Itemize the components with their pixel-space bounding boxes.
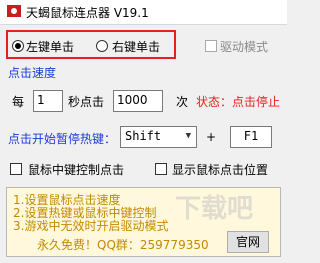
scorpion-app-icon bbox=[7, 5, 21, 17]
right-click-label[interactable]: 右键单击 bbox=[112, 38, 160, 55]
show-position-checkbox[interactable] bbox=[155, 163, 167, 175]
right-click-radio[interactable] bbox=[96, 40, 108, 52]
title-separator bbox=[0, 24, 287, 25]
middle-button-label[interactable]: 鼠标中键控制点击 bbox=[28, 161, 124, 178]
left-click-label[interactable]: 左键单击 bbox=[26, 38, 74, 55]
hotkey-key-input[interactable]: F1 bbox=[230, 126, 272, 148]
hotkey-modifier-value: Shift bbox=[125, 129, 162, 143]
free-qq-text: 永久免费！QQ群：259779350 bbox=[37, 238, 209, 252]
hotkey-label: 点击开始暂停热键： bbox=[8, 132, 117, 146]
click-count-input[interactable]: 1000 bbox=[113, 90, 163, 112]
show-position-label[interactable]: 显示鼠标点击位置 bbox=[172, 161, 268, 178]
window-title: 天蝎鼠标连点器 V19.1 bbox=[26, 6, 149, 20]
drive-mode-label[interactable]: 驱动模式 bbox=[220, 38, 268, 55]
times-label: 次 bbox=[176, 95, 189, 109]
status-text: 状态：点击停止 bbox=[196, 95, 281, 109]
every-label: 每 bbox=[12, 95, 25, 109]
drive-mode-checkbox[interactable] bbox=[205, 40, 217, 52]
hotkey-modifier-select[interactable]: Shift ▼ bbox=[120, 126, 197, 148]
info-line-3: 3.游戏中无效时开启驱动模式 bbox=[13, 219, 169, 233]
middle-button-checkbox[interactable] bbox=[10, 163, 22, 175]
website-button[interactable]: 官网 bbox=[227, 231, 269, 253]
chevron-down-icon: ▼ bbox=[185, 131, 191, 141]
watermark: 下载吧 bbox=[175, 194, 254, 224]
plus-sign: + bbox=[206, 130, 217, 144]
seconds-input[interactable]: 1 bbox=[33, 90, 63, 112]
left-click-radio[interactable] bbox=[12, 40, 24, 52]
click-speed-heading: 点击速度 bbox=[8, 66, 57, 80]
per-second-label: 秒点击 bbox=[68, 95, 105, 109]
